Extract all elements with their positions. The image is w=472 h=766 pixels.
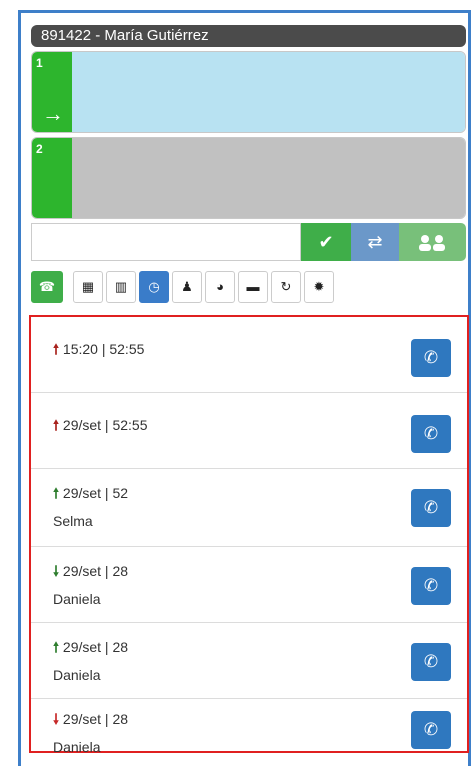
tab-phone[interactable]: ☎ (31, 271, 63, 303)
clock-icon: ◷ (148, 279, 160, 294)
call-history-list: 🠕 15:20 | 52:55 ✆ 🠕 29/set | 52:55 ✆ 🠕 2… (29, 315, 469, 755)
call-time: 15:20 | 52:55 (62, 341, 145, 357)
tab-history[interactable]: ◷ (139, 271, 169, 303)
dialpad-icon: ▦ (81, 279, 95, 294)
confirm-button[interactable]: ✔ (301, 223, 351, 261)
outgoing-arrow-icon: 🠕 (53, 341, 60, 357)
tab-web[interactable]: ◕ (205, 271, 235, 303)
call-back-button[interactable]: ✆ (411, 567, 451, 605)
line-1-number: 1 (36, 56, 43, 70)
call-back-button[interactable]: ✆ (411, 339, 451, 377)
list-item: 🠕 29/set | 52:55 ✆ (31, 393, 467, 469)
arrow-right-icon: → (42, 101, 64, 126)
softphone-panel: 891422 - María Gutiérrez 1 → 2 ✔ ⇄ ☎ ▦ ▥… (18, 10, 471, 766)
call-info: 🠗 29/set | 28 Daniela (53, 561, 128, 607)
caller-name: Daniela (53, 739, 101, 755)
user-icon: ♟ (181, 279, 193, 294)
list-item: 🠗 29/set | 28 Daniela ✆ (31, 547, 467, 623)
caller-name: Daniela (53, 667, 101, 683)
call-time: 29/set | 28 (62, 639, 129, 655)
call-time: 29/set | 28 (62, 563, 129, 579)
line-1-indicator: 1 → (32, 52, 72, 132)
line-2[interactable]: 2 (31, 137, 466, 219)
agent-title: 891422 - María Gutiérrez (31, 25, 466, 47)
phone-icon: ☎ (38, 279, 56, 294)
dial-row: ✔ ⇄ (31, 223, 466, 261)
call-time: 29/set | 52 (62, 485, 129, 501)
panel-icon: ▥ (114, 279, 128, 294)
dial-input[interactable] (31, 223, 301, 261)
line-2-indicator: 2 (32, 138, 72, 218)
globe-icon: ◕ (216, 279, 224, 294)
conference-button[interactable] (399, 223, 466, 261)
transfer-button[interactable]: ⇄ (351, 223, 399, 261)
call-info: 🠕 29/set | 52 Selma (53, 483, 128, 529)
call-info: 🠗 29/set | 28 Daniela (53, 709, 128, 755)
call-time: 29/set | 28 (62, 711, 129, 727)
phone-icon: ✆ (423, 424, 439, 443)
call-back-button[interactable]: ✆ (411, 489, 451, 527)
phone-icon: ✆ (423, 652, 439, 671)
tab-chat[interactable]: ▬ (238, 271, 268, 303)
phone-icon: ✆ (423, 576, 439, 595)
list-item: 🠕 15:20 | 52:55 ✆ (31, 317, 467, 393)
incoming-arrow-icon: 🠗 (53, 563, 60, 579)
tab-panel[interactable]: ▥ (106, 271, 136, 303)
outgoing-arrow-icon: 🠕 (53, 485, 60, 501)
call-back-button[interactable]: ✆ (411, 643, 451, 681)
tab-settings[interactable]: ✹ (304, 271, 334, 303)
incoming-arrow-icon: 🠗 (53, 711, 60, 727)
list-item: 🠕 29/set | 28 Daniela ✆ (31, 623, 467, 699)
list-item: 🠗 29/set | 28 Daniela ✆ (31, 699, 467, 755)
list-item: 🠕 29/set | 52 Selma ✆ (31, 469, 467, 547)
line-2-number: 2 (36, 142, 43, 156)
tab-dialpad[interactable]: ▦ (73, 271, 103, 303)
call-info: 🠕 29/set | 52:55 (53, 415, 148, 439)
call-back-button[interactable]: ✆ (411, 711, 451, 749)
line-2-body (72, 138, 465, 218)
call-back-button[interactable]: ✆ (411, 415, 451, 453)
tab-contacts[interactable]: ♟ (172, 271, 202, 303)
transfer-icon: ⇄ (367, 232, 383, 252)
check-icon: ✔ (318, 232, 334, 252)
caller-name: Selma (53, 513, 93, 529)
users-icon (418, 235, 445, 252)
phone-icon: ✆ (423, 498, 439, 517)
tab-refresh[interactable]: ↻ (271, 271, 301, 303)
line-1[interactable]: 1 → (31, 51, 466, 133)
chat-icon: ▬ (246, 279, 260, 294)
call-info: 🠕 29/set | 28 Daniela (53, 637, 128, 683)
phone-icon: ✆ (423, 720, 439, 739)
outgoing-arrow-icon: 🠕 (53, 639, 60, 655)
call-info: 🠕 15:20 | 52:55 (53, 339, 144, 363)
call-time: 29/set | 52:55 (62, 417, 148, 433)
caller-name: Daniela (53, 591, 101, 607)
settings-icon: ✹ (313, 279, 325, 294)
line-1-body (72, 52, 465, 132)
outgoing-arrow-icon: 🠕 (53, 417, 60, 433)
phone-icon: ✆ (423, 348, 439, 367)
refresh-icon: ↻ (280, 279, 292, 294)
